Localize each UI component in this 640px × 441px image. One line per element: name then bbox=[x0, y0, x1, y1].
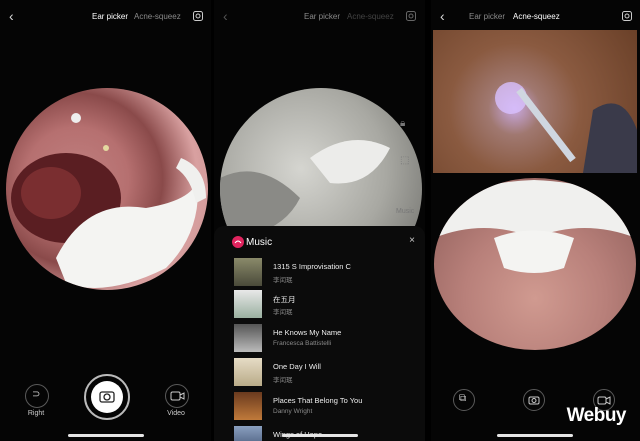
video-mode-button[interactable] bbox=[165, 384, 189, 408]
ear-camera-view bbox=[6, 88, 208, 290]
camera-icon bbox=[99, 391, 115, 403]
ear-side-button[interactable]: ⊃ bbox=[25, 384, 49, 408]
scan-icon[interactable]: ⬚ bbox=[400, 155, 409, 166]
watermark-logo: Webuy bbox=[566, 405, 627, 426]
album-art bbox=[234, 290, 262, 318]
tab-ear-picker[interactable]: Ear picker bbox=[304, 12, 340, 22]
track-row[interactable]: 在五月 李闰珉 bbox=[234, 290, 414, 320]
lock-icon[interactable]: 🔒︎ bbox=[400, 118, 405, 129]
device-usage-photo bbox=[433, 30, 637, 173]
mirror-button[interactable]: ⧉ bbox=[453, 389, 475, 411]
tab-ear-picker[interactable]: Ear picker bbox=[92, 12, 128, 22]
track-name: 在五月 bbox=[273, 295, 296, 304]
album-art bbox=[234, 258, 262, 286]
back-chevron-icon[interactable]: ‹ bbox=[440, 9, 445, 23]
tab-acne-squeez[interactable]: Acne-squeez bbox=[347, 12, 394, 22]
track-row[interactable]: Places That Belong To You Danny Wright bbox=[234, 392, 414, 422]
home-indicator bbox=[497, 434, 573, 437]
top-bar: ‹ Ear picker Acne-squeez bbox=[431, 0, 640, 34]
camera-icon bbox=[528, 396, 540, 405]
track-artist: Danny Wright bbox=[273, 408, 313, 415]
album-art bbox=[234, 324, 262, 352]
track-name: He Knows My Name bbox=[273, 328, 342, 337]
track-artist: 李闰珉 bbox=[273, 377, 293, 384]
gear-icon[interactable] bbox=[405, 10, 417, 22]
video-icon bbox=[170, 391, 185, 401]
ear-icon: ⊃ bbox=[32, 389, 41, 400]
track-artist: 李闰珉 bbox=[273, 309, 293, 316]
album-art bbox=[234, 392, 262, 420]
track-name: 1315 S Improvisation C bbox=[273, 262, 351, 271]
music-sheet: Music × 1315 S Improvisation C 李闰珉 在五月 李… bbox=[214, 226, 425, 441]
music-icon bbox=[232, 236, 244, 248]
shutter-inner bbox=[91, 381, 123, 413]
right-label: Right bbox=[27, 410, 45, 417]
track-row[interactable]: 1315 S Improvisation C 李闰珉 bbox=[234, 258, 414, 288]
video-label: Video bbox=[167, 410, 185, 417]
track-row[interactable]: One Day I Will 李闰珉 bbox=[234, 358, 414, 388]
back-chevron-icon[interactable]: ‹ bbox=[223, 9, 228, 23]
home-indicator bbox=[282, 434, 358, 437]
album-art bbox=[234, 426, 262, 441]
track-name: One Day I Will bbox=[273, 362, 321, 371]
ear-camera-image bbox=[11, 113, 206, 288]
ear-picker-screen: ‹ Ear picker Acne-squeez ⊃ Right Video bbox=[0, 0, 211, 441]
tab-ear-picker[interactable]: Ear picker bbox=[469, 12, 505, 22]
music-side-label[interactable]: Music bbox=[396, 208, 414, 215]
track-name: Places That Belong To You bbox=[273, 396, 363, 405]
gear-icon[interactable] bbox=[192, 10, 204, 22]
camera-shutter-button[interactable] bbox=[84, 374, 130, 420]
tab-acne-squeez[interactable]: Acne-squeez bbox=[513, 12, 560, 22]
music-sheet-title: Music bbox=[246, 237, 273, 248]
gear-icon[interactable] bbox=[621, 10, 633, 22]
camera-button[interactable] bbox=[523, 389, 545, 411]
track-row[interactable]: He Knows My Name Francesca Battistelli bbox=[234, 324, 414, 354]
skin-camera-image bbox=[434, 180, 636, 273]
music-picker-screen: ‹ Ear picker Acne-squeez 🔒︎ ⬚ Music Musi… bbox=[214, 0, 425, 441]
skin-camera-view bbox=[434, 178, 636, 350]
device-usage-image bbox=[495, 82, 637, 173]
back-chevron-icon[interactable]: ‹ bbox=[9, 9, 14, 23]
album-art bbox=[234, 358, 262, 386]
top-bar: ‹ Ear picker Acne-squeez bbox=[0, 0, 211, 34]
track-artist: 李闰珉 bbox=[273, 277, 293, 284]
home-indicator bbox=[68, 434, 144, 437]
top-bar: ‹ Ear picker Acne-squeez bbox=[214, 0, 425, 34]
close-icon[interactable]: × bbox=[409, 235, 415, 246]
tab-acne-squeez[interactable]: Acne-squeez bbox=[134, 12, 181, 22]
acne-squeez-screen: ‹ Ear picker Acne-squeez ⧉ bbox=[431, 0, 640, 441]
flip-icon: ⧉ bbox=[459, 393, 467, 404]
track-artist: Francesca Battistelli bbox=[273, 340, 332, 347]
